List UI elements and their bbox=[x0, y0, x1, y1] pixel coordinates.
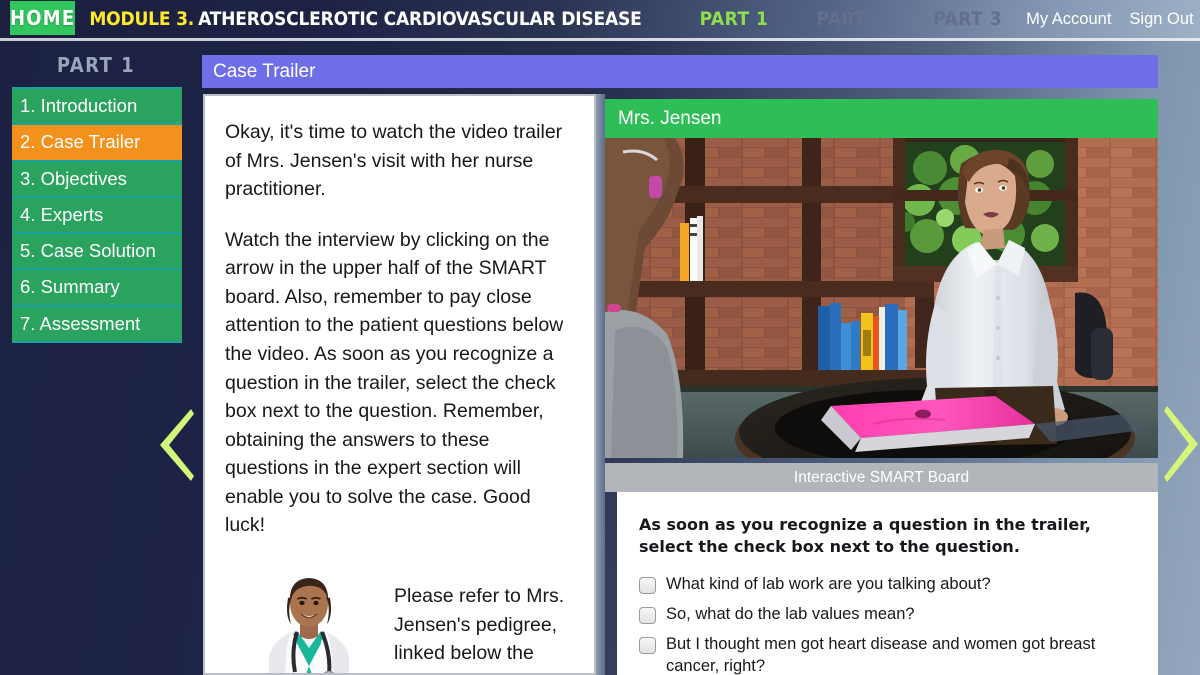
chevron-left-icon bbox=[160, 409, 194, 481]
sidebar-nav-list: 1. Introduction 2. Case Trailer 3. Objec… bbox=[12, 87, 182, 343]
home-button[interactable]: HOME bbox=[10, 1, 76, 35]
question-checkbox-1[interactable] bbox=[639, 577, 656, 595]
sidebar: PART 1 1. Introduction 2. Case Trailer 3… bbox=[0, 45, 192, 343]
header-divider bbox=[0, 38, 1200, 41]
case-trailer-video[interactable] bbox=[605, 138, 1158, 458]
question-label-2: So, what do the lab values mean? bbox=[666, 605, 915, 624]
next-page-button[interactable] bbox=[1163, 404, 1200, 484]
panel-divider bbox=[596, 94, 605, 675]
question-row[interactable]: But I thought men got heart disease and … bbox=[639, 634, 1148, 675]
sign-out-link[interactable]: Sign Out bbox=[1129, 10, 1193, 29]
question-row[interactable]: What kind of lab work are you talking ab… bbox=[639, 574, 1148, 595]
intro-paragraph: Okay, it's time to watch the video trail… bbox=[225, 121, 563, 201]
sidebar-item-assessment[interactable]: 7. Assessment bbox=[12, 306, 182, 343]
sidebar-item-summary[interactable]: 6. Summary bbox=[12, 270, 182, 307]
pedigree-note: Please refer to Mrs. Jensen's pedigree, … bbox=[394, 584, 565, 673]
questions-instructions: As soon as you recognize a question in t… bbox=[639, 515, 1091, 556]
question-label-3: But I thought men got heart disease and … bbox=[666, 635, 1096, 675]
previous-page-button[interactable] bbox=[157, 407, 195, 483]
sidebar-title: PART 1 bbox=[56, 53, 136, 77]
page-title: Case Trailer bbox=[202, 55, 1158, 88]
content-panel: Okay, it's time to watch the video trail… bbox=[203, 94, 596, 675]
module-title: MODULE 3. ATHEROSCLEROTIC CARDIOVASCULAR… bbox=[89, 0, 641, 38]
doctor-photo bbox=[225, 567, 390, 673]
tab-part-3[interactable]: PART 3 bbox=[909, 8, 1026, 30]
question-checkbox-2[interactable] bbox=[639, 607, 656, 625]
pedigree-block: Please refer to Mrs. Jensen's pedigree, … bbox=[225, 567, 574, 673]
patient-name-bar: Mrs. Jensen bbox=[605, 99, 1158, 138]
question-label-1: What kind of lab work are you talking ab… bbox=[666, 575, 991, 594]
account-links: My Account Sign Out bbox=[1026, 0, 1194, 38]
question-row[interactable]: So, what do the lab values mean? bbox=[639, 604, 1148, 625]
sidebar-item-case-trailer[interactable]: 2. Case Trailer bbox=[12, 125, 182, 162]
sidebar-item-objectives[interactable]: 3. Objectives bbox=[12, 161, 182, 198]
my-account-link[interactable]: My Account bbox=[1026, 10, 1111, 29]
module-name: ATHEROSCLEROTIC CARDIOVASCULAR DISEASE bbox=[198, 8, 642, 30]
instructions-paragraph: Watch the interview by clicking on the a… bbox=[225, 228, 564, 537]
question-checkbox-3[interactable] bbox=[639, 637, 656, 655]
part-tabs: PART 1 PART 2 PART 3 bbox=[676, 0, 1026, 38]
questions-list: What kind of lab work are you talking ab… bbox=[617, 557, 1158, 675]
sidebar-item-case-solution[interactable]: 5. Case Solution bbox=[12, 234, 182, 271]
top-header: HOME MODULE 3. ATHEROSCLEROTIC CARDIOVAS… bbox=[0, 0, 1200, 38]
sidebar-item-experts[interactable]: 4. Experts bbox=[12, 197, 182, 235]
tab-part-2[interactable]: PART 2 bbox=[792, 8, 909, 30]
sidebar-item-introduction[interactable]: 1. Introduction bbox=[12, 89, 182, 126]
smart-board-label: Interactive SMART Board bbox=[605, 463, 1158, 492]
tab-part-1[interactable]: PART 1 bbox=[676, 8, 793, 30]
module-number: MODULE 3. bbox=[89, 8, 195, 30]
questions-panel: As soon as you recognize a question in t… bbox=[617, 492, 1158, 675]
chevron-right-icon bbox=[1164, 406, 1198, 482]
